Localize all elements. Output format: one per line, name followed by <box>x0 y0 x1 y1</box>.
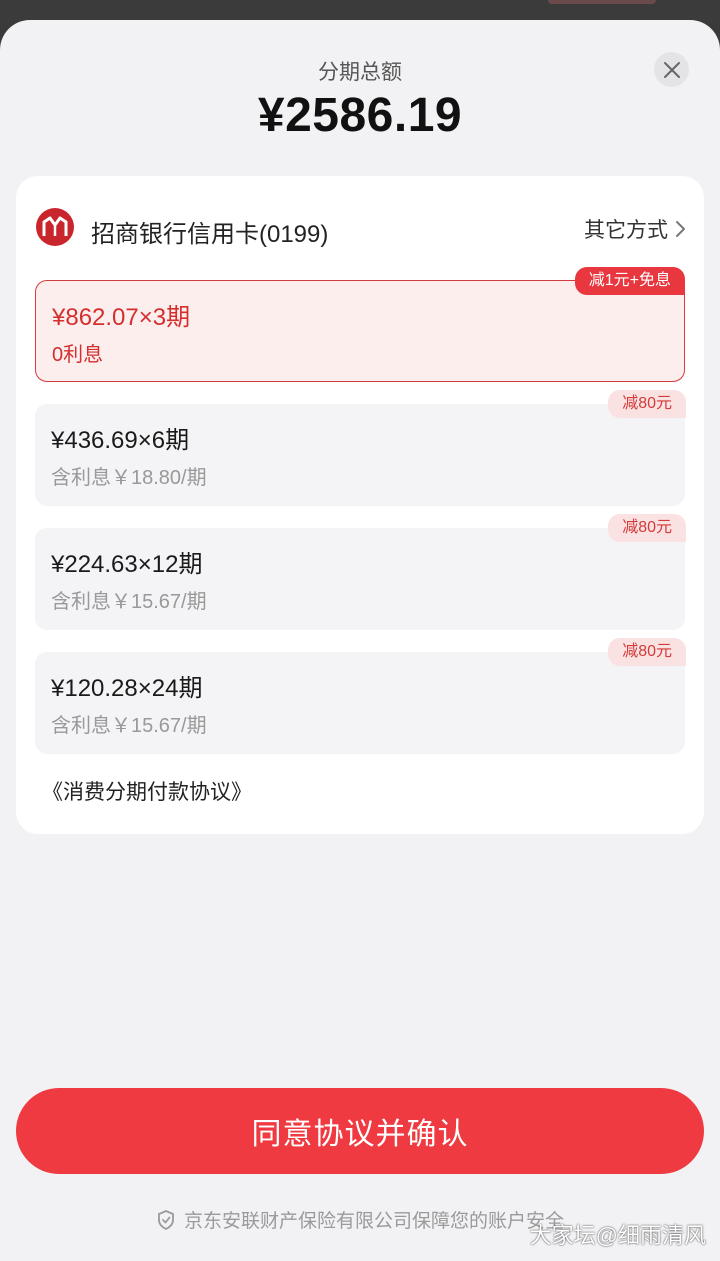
plan-option-24[interactable]: ¥120.28×24期 含利息￥15.67/期 减80元 <box>35 638 686 754</box>
total-amount: ¥2586.19 <box>257 89 463 142</box>
cmb-logo-icon <box>36 208 74 246</box>
plan-option-12[interactable]: ¥224.63×12期 含利息￥15.67/期 减80元 <box>35 514 686 630</box>
plan-discount-badge: 减80元 <box>608 514 686 542</box>
plan-interest: 含利息￥15.67/期 <box>51 715 207 737</box>
other-methods-link[interactable]: 其它方式 <box>584 214 686 244</box>
bank-card-name: 招商银行信用卡(0199) <box>91 221 329 248</box>
close-button[interactable] <box>654 52 689 87</box>
plan-amount: ¥120.28×24期 <box>51 675 203 702</box>
plan-interest: 含利息￥15.67/期 <box>51 591 207 613</box>
total-label: 分期总额 <box>318 61 402 84</box>
payment-card: 招商银行信用卡(0199) 其它方式 ¥862.07×3期 0利息 减1元+免息… <box>16 176 704 834</box>
plan-option-3[interactable]: ¥862.07×3期 0利息 减1元+免息 <box>35 267 685 382</box>
plan-interest: 0利息 <box>52 344 104 366</box>
plan-discount-badge: 减80元 <box>608 390 686 418</box>
plan-interest: 含利息￥18.80/期 <box>51 467 207 489</box>
confirm-button[interactable]: 同意协议并确认 <box>16 1088 704 1174</box>
watermark: 大家坛@细雨清风 <box>529 1223 706 1248</box>
payment-method-row[interactable]: 招商银行信用卡(0199) 其它方式 <box>36 206 686 250</box>
status-strip <box>0 0 720 22</box>
chevron-right-icon <box>676 221 685 237</box>
plan-amount: ¥224.63×12期 <box>51 551 203 578</box>
plan-amount: ¥862.07×3期 <box>52 304 191 331</box>
footer-text: 京东安联财产保险有限公司保障您的账户安全 <box>183 1211 564 1232</box>
shield-icon <box>158 1209 174 1230</box>
plan-option-6[interactable]: ¥436.69×6期 含利息￥18.80/期 减80元 <box>35 390 686 506</box>
plan-discount-badge: 减80元 <box>608 638 686 666</box>
plan-amount: ¥436.69×6期 <box>51 427 190 454</box>
background-tab-edge <box>548 0 656 4</box>
plan-discount-badge: 减1元+免息 <box>574 267 685 295</box>
close-icon <box>663 61 680 78</box>
agreement-link[interactable]: 《消费分期付款协议》 <box>42 776 252 806</box>
other-methods-label: 其它方式 <box>584 219 668 242</box>
